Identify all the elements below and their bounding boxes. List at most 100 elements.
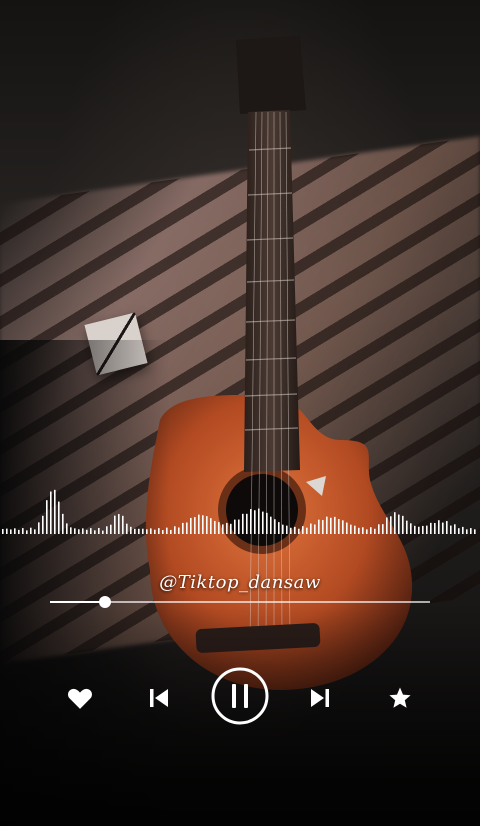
waveform-bar bbox=[210, 518, 212, 534]
waveform-bar bbox=[106, 526, 108, 534]
waveform-bar bbox=[390, 516, 392, 534]
waveform-bar bbox=[294, 526, 296, 534]
waveform-bar bbox=[234, 519, 236, 534]
waveform-bar bbox=[182, 522, 184, 534]
waveform-bar bbox=[354, 525, 356, 534]
waveform-bar bbox=[218, 522, 220, 534]
waveform-bar bbox=[202, 515, 204, 534]
next-button[interactable] bbox=[302, 682, 338, 714]
waveform-bar bbox=[422, 525, 424, 534]
waveform-bar bbox=[442, 522, 444, 534]
waveform-bar bbox=[190, 517, 192, 534]
waveform-bar bbox=[386, 517, 388, 534]
waveform-bar bbox=[474, 529, 476, 534]
waveform-bar bbox=[170, 529, 172, 534]
waveform-bar bbox=[198, 514, 200, 534]
waveform-bar bbox=[22, 528, 24, 534]
player-controls bbox=[0, 667, 480, 725]
waveform-bar bbox=[42, 515, 44, 534]
audio-waveform bbox=[2, 489, 476, 534]
waveform-bar bbox=[306, 527, 308, 534]
waveform-bar bbox=[110, 524, 112, 534]
heart-icon bbox=[68, 688, 92, 709]
waveform-bar bbox=[34, 529, 36, 534]
waveform-bar bbox=[26, 530, 28, 534]
waveform-bar bbox=[150, 528, 152, 534]
waveform-bar bbox=[414, 525, 416, 534]
play-pause-button[interactable] bbox=[210, 667, 270, 725]
waveform-bar bbox=[282, 524, 284, 534]
waveform-bar bbox=[346, 522, 348, 534]
waveform-bar bbox=[446, 521, 448, 534]
waveform-bar bbox=[382, 524, 384, 534]
waveform-bar bbox=[314, 524, 316, 534]
waveform-bar bbox=[466, 529, 468, 534]
waveform-bar bbox=[278, 522, 280, 534]
waveform-bar bbox=[78, 529, 80, 534]
waveform-bar bbox=[162, 530, 164, 534]
waveform-bar bbox=[114, 515, 116, 534]
waveform-bar bbox=[358, 527, 360, 534]
waveform-bar bbox=[462, 526, 464, 534]
star-icon bbox=[389, 687, 411, 708]
waveform-bar bbox=[206, 516, 208, 534]
waveform-bar bbox=[438, 520, 440, 534]
waveform-bar bbox=[38, 522, 40, 534]
waveform-bar bbox=[62, 513, 64, 534]
waveform-bar bbox=[366, 529, 368, 534]
waveform-bar bbox=[98, 527, 100, 534]
waveform-bar bbox=[434, 522, 436, 534]
waveform-bar bbox=[302, 526, 304, 534]
waveform-bar bbox=[242, 513, 244, 534]
waveform-bar bbox=[46, 500, 48, 534]
skip-previous-icon bbox=[150, 689, 168, 707]
waveform-bar bbox=[134, 528, 136, 534]
waveform-bar bbox=[406, 520, 408, 534]
favorite-button[interactable] bbox=[382, 682, 418, 714]
skip-next-icon bbox=[311, 689, 329, 707]
waveform-bar bbox=[186, 522, 188, 534]
waveform-bar bbox=[362, 527, 364, 534]
waveform-bar bbox=[158, 528, 160, 534]
waveform-bar bbox=[142, 528, 144, 534]
waveform-bar bbox=[30, 527, 32, 534]
waveform-bar bbox=[286, 525, 288, 534]
waveform-bar bbox=[334, 516, 336, 534]
waveform-bar bbox=[262, 511, 264, 534]
waveform-bar bbox=[50, 491, 52, 534]
waveform-bar bbox=[322, 520, 324, 534]
waveform-bar bbox=[290, 527, 292, 534]
waveform-bar bbox=[194, 517, 196, 534]
pause-icon bbox=[211, 667, 269, 725]
waveform-bar bbox=[258, 508, 260, 534]
progress-bar[interactable] bbox=[50, 596, 430, 608]
waveform-bar bbox=[2, 528, 4, 534]
waveform-bar bbox=[378, 524, 380, 534]
progress-knob[interactable] bbox=[99, 596, 112, 608]
waveform-bar bbox=[402, 515, 404, 534]
waveform-bar bbox=[238, 519, 240, 534]
waveform-bar bbox=[266, 512, 268, 534]
waveform-bar bbox=[66, 523, 68, 534]
waveform-bar bbox=[270, 516, 272, 534]
like-button[interactable] bbox=[62, 682, 98, 714]
waveform-bar bbox=[426, 525, 428, 534]
waveform-bar bbox=[58, 501, 60, 534]
waveform-bar bbox=[94, 530, 96, 534]
waveform-bar bbox=[418, 526, 420, 534]
waveform-bar bbox=[370, 527, 372, 534]
waveform-bar bbox=[54, 489, 56, 534]
waveform-bar bbox=[178, 527, 180, 534]
waveform-bar bbox=[122, 515, 124, 534]
waveform-bar bbox=[254, 510, 256, 534]
waveform-bar bbox=[398, 514, 400, 534]
waveform-bar bbox=[82, 528, 84, 534]
waveform-bar bbox=[118, 514, 120, 534]
waveform-bar bbox=[10, 529, 12, 534]
waveform-bar bbox=[342, 520, 344, 534]
waveform-bar bbox=[14, 528, 16, 534]
waveform-bar bbox=[86, 529, 88, 534]
waveform-bar bbox=[470, 528, 472, 534]
waveform-bar bbox=[90, 528, 92, 534]
previous-button[interactable] bbox=[141, 682, 177, 714]
